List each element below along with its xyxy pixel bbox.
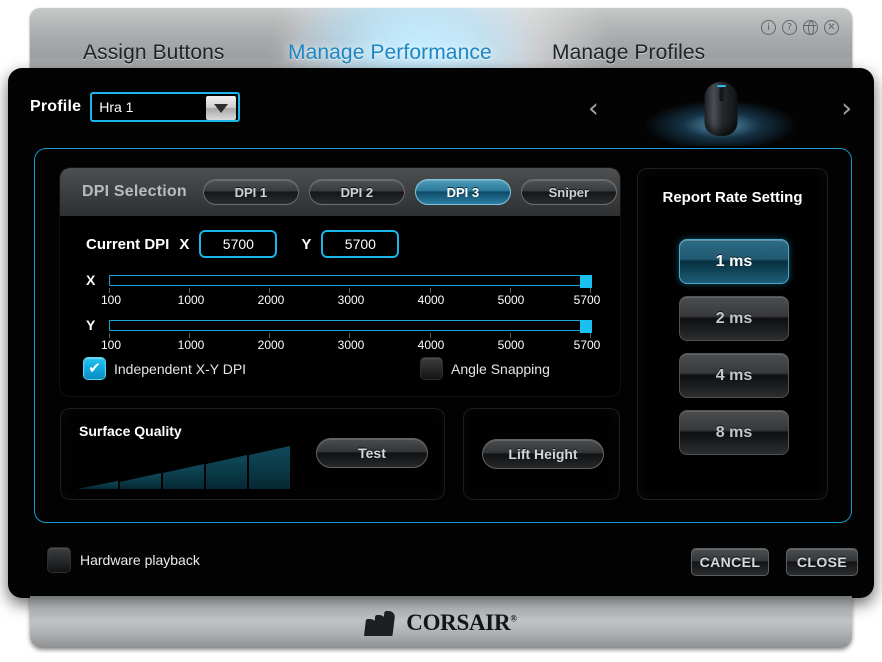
dpi-y-input[interactable]: 5700 <box>321 230 400 258</box>
prev-device-arrow[interactable]: ‹ <box>588 94 599 124</box>
dpi-x-tick-labels: 100 1000 2000 3000 4000 5000 5700 <box>100 293 601 307</box>
dpi-x-slider-knob[interactable] <box>580 275 592 288</box>
surface-test-button[interactable]: Test <box>316 438 428 468</box>
dpi-x-input[interactable]: 5700 <box>199 230 278 258</box>
corsair-mouse-config-window: Assign Buttons Manage Performance Manage… <box>0 0 882 662</box>
info-icon[interactable]: i <box>761 20 776 35</box>
dpi-x-slider-track[interactable] <box>109 275 592 288</box>
current-dpi-label: Current DPI <box>86 235 170 253</box>
dpi-preset-1[interactable]: DPI 1 <box>202 179 299 205</box>
independent-xy-dpi-checkbox[interactable]: Independent X-Y DPI <box>84 358 246 379</box>
brand-name: CORSAIR® <box>406 610 517 635</box>
surface-quality-segment <box>249 446 290 489</box>
corsair-logo: CORSAIR® <box>364 610 517 636</box>
chevron-down-icon[interactable] <box>206 96 237 120</box>
tab-manage-profiles[interactable]: Manage Profiles <box>552 36 705 70</box>
dpi-body: Current DPI X 5700 Y 5700 X 100 1000 200… <box>60 216 620 396</box>
checkbox-box-unchecked <box>421 358 442 379</box>
surface-quality-segment <box>120 473 161 489</box>
report-rate-block: Report Rate Setting 1 ms 2 ms 4 ms 8 ms <box>637 168 828 500</box>
dpi-preset-3[interactable]: DPI 3 <box>414 179 511 205</box>
main-panel: Profile Hra 1 ‹ › DPI Selection DPI 1 DP… <box>8 68 874 598</box>
x-axis-letter: X <box>179 235 190 253</box>
dpi-x-slider-label: X <box>86 272 96 288</box>
close-icon[interactable]: ✕ <box>824 20 839 35</box>
dpi-preset-2[interactable]: DPI 2 <box>308 179 405 205</box>
dpi-y-tick-labels: 100 1000 2000 3000 4000 5000 5700 <box>100 338 601 352</box>
profile-dropdown[interactable]: Hra 1 <box>90 92 241 122</box>
profile-value: Hra 1 <box>99 99 134 115</box>
help-icon[interactable]: ? <box>782 20 797 35</box>
window-tool-icons: i ? ✕ <box>761 20 839 35</box>
surface-quality-segment <box>77 481 118 489</box>
surface-quality-segment <box>163 464 204 489</box>
device-preview: ‹ › <box>586 80 856 146</box>
mouse-body-shape <box>704 82 738 136</box>
lift-height-block: Lift Height <box>463 408 620 500</box>
panel-footer: Hardware playback CANCEL CLOSE <box>8 548 874 580</box>
dpi-y-slider-track[interactable] <box>109 320 592 333</box>
dpi-preset-sniper[interactable]: Sniper <box>520 179 617 205</box>
checkbox-box-checked <box>84 358 105 379</box>
report-rate-4ms[interactable]: 4 ms <box>679 353 789 398</box>
surface-quality-segment <box>206 455 247 489</box>
dpi-selection-header: DPI Selection DPI 1 DPI 2 DPI 3 Sniper <box>60 168 620 216</box>
surface-quality-meter <box>77 445 297 489</box>
current-dpi-row: Current DPI X 5700 Y 5700 <box>86 230 400 258</box>
profile-label: Profile <box>30 98 82 115</box>
cancel-button[interactable]: CANCEL <box>691 548 769 576</box>
dpi-block: DPI Selection DPI 1 DPI 2 DPI 3 Sniper C… <box>60 168 620 396</box>
report-rate-title: Report Rate Setting <box>662 189 803 206</box>
tab-assign-buttons[interactable]: Assign Buttons <box>83 36 224 70</box>
surface-quality-title: Surface Quality <box>79 423 182 439</box>
surface-quality-block: Surface Quality Test <box>60 408 445 500</box>
independent-xy-dpi-label: Independent X-Y DPI <box>114 360 247 377</box>
close-button[interactable]: CLOSE <box>786 548 858 576</box>
mouse-image <box>646 80 796 146</box>
profile-row: Profile Hra 1 <box>30 92 241 122</box>
dpi-y-slider-knob[interactable] <box>580 320 592 333</box>
angle-snapping-label: Angle Snapping <box>451 360 550 377</box>
globe-icon[interactable] <box>803 20 818 35</box>
dpi-y-slider-label: Y <box>86 317 96 333</box>
dpi-selection-title: DPI Selection <box>82 183 187 200</box>
title-bar: Assign Buttons Manage Performance Manage… <box>30 8 852 76</box>
dpi-options-row: Independent X-Y DPI Angle Snapping <box>84 358 599 384</box>
hardware-playback-label: Hardware playback <box>80 552 200 568</box>
lift-height-button[interactable]: Lift Height <box>482 439 604 469</box>
report-rate-8ms[interactable]: 8 ms <box>679 410 789 455</box>
dpi-preset-group: DPI 1 DPI 2 DPI 3 Sniper <box>202 179 617 205</box>
hardware-playback-checkbox[interactable]: Hardware playback <box>48 548 200 572</box>
angle-snapping-checkbox[interactable]: Angle Snapping <box>421 358 550 379</box>
y-axis-letter: Y <box>301 235 312 253</box>
brand-footer: CORSAIR® <box>30 596 852 648</box>
report-rate-1ms[interactable]: 1 ms <box>679 239 789 284</box>
tab-manage-performance[interactable]: Manage Performance <box>288 36 492 70</box>
sails-icon <box>364 610 399 636</box>
checkbox-box-unchecked <box>48 548 70 572</box>
next-device-arrow[interactable]: › <box>841 94 852 124</box>
report-rate-2ms[interactable]: 2 ms <box>679 296 789 341</box>
